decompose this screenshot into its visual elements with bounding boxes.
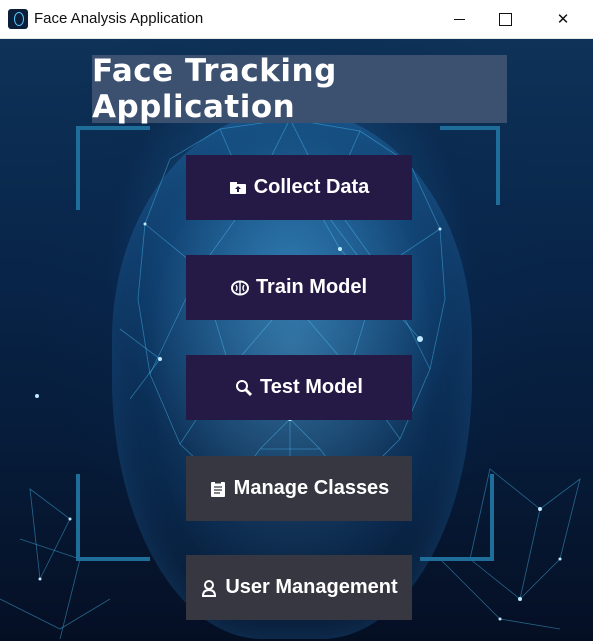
user-icon <box>200 579 218 597</box>
folder-upload-icon <box>229 179 247 197</box>
magnifier-icon <box>235 379 253 397</box>
close-icon: ✕ <box>556 10 570 28</box>
brain-icon <box>230 279 249 297</box>
train-model-label: Train Model <box>255 276 368 298</box>
manage-classes-label: Manage Classes <box>233 477 390 499</box>
minimize-icon <box>453 18 465 20</box>
frame-corner-top-right <box>440 126 500 205</box>
window-title: Face Analysis Application <box>34 10 204 27</box>
test-model-label: Test Model <box>260 376 363 398</box>
app-heading: Face Tracking Application <box>92 53 507 125</box>
app-heading-text: Face Tracking Application <box>92 53 337 125</box>
maximize-icon <box>498 12 512 26</box>
close-button[interactable]: ✕ <box>540 0 586 38</box>
collect-data-label: Collect Data <box>253 176 370 198</box>
user-management-button[interactable]: User Management <box>186 555 412 620</box>
title-bar: Face Analysis Application ✕ <box>0 0 593 39</box>
clipboard-icon <box>209 480 227 498</box>
train-model-button[interactable]: Train Model <box>186 255 412 320</box>
frame-corner-bottom-right <box>420 474 494 561</box>
face-scan-icon <box>8 9 28 29</box>
background-canvas: Face Tracking Application Collect Data T… <box>0 39 593 641</box>
frame-corner-bottom-left <box>76 474 150 561</box>
frame-corner-top-left <box>76 126 150 210</box>
manage-classes-button[interactable]: Manage Classes <box>186 456 412 521</box>
user-management-label: User Management <box>225 576 398 598</box>
maximize-button[interactable] <box>482 0 528 38</box>
minimize-button[interactable] <box>436 0 482 38</box>
test-model-button[interactable]: Test Model <box>186 355 412 420</box>
collect-data-button[interactable]: Collect Data <box>186 155 412 220</box>
